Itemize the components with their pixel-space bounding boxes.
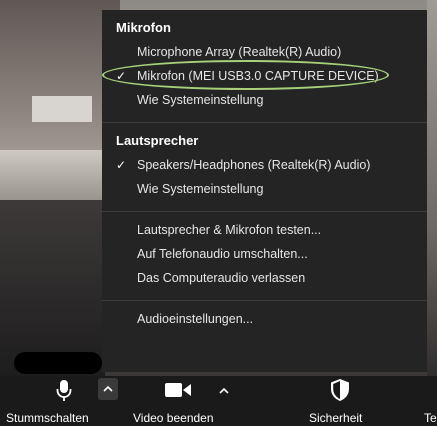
mic-option-system-default[interactable]: Wie Systemeinstellung bbox=[102, 88, 427, 112]
video-label: Video beenden bbox=[133, 411, 214, 425]
menu-item-label: Lautsprecher & Mikrofon testen... bbox=[137, 223, 322, 237]
video-seats bbox=[0, 200, 105, 376]
test-speaker-mic-item[interactable]: Lautsprecher & Mikrofon testen... bbox=[102, 218, 427, 242]
video-board bbox=[32, 96, 92, 122]
chevron-up-icon bbox=[219, 387, 229, 394]
stop-video-button[interactable]: Video beenden bbox=[124, 376, 214, 426]
microphone-icon bbox=[56, 380, 72, 401]
redaction-bar bbox=[14, 352, 102, 374]
microphone-section-title: Mikrofon bbox=[116, 20, 171, 35]
mic-option-realtek[interactable]: Microphone Array (Realtek(R) Audio) bbox=[102, 40, 427, 64]
menu-item-label: Wie Systemeinstellung bbox=[137, 93, 264, 107]
mute-label: Stummschalten bbox=[6, 411, 89, 425]
audio-options-toggle[interactable] bbox=[98, 378, 118, 400]
checkmark-icon: ✓ bbox=[116, 158, 127, 172]
mute-button[interactable]: Stummschalten bbox=[0, 376, 96, 426]
security-button[interactable]: Sicherheit bbox=[300, 376, 380, 426]
mic-option-usb-capture[interactable]: ✓ Mikrofon (MEI USB3.0 CAPTURE DEVICE) bbox=[102, 60, 427, 90]
menu-item-label: Mikrofon (MEI USB3.0 CAPTURE DEVICE) bbox=[137, 69, 379, 83]
speaker-option-system-default[interactable]: Wie Systemeinstellung bbox=[102, 177, 427, 201]
speaker-section-title: Lautsprecher bbox=[116, 133, 199, 148]
leave-computer-audio-item[interactable]: Das Computeraudio verlassen bbox=[102, 266, 427, 290]
meeting-toolbar: Stummschalten Video beenden Sicherheit T… bbox=[0, 376, 437, 426]
menu-item-label: Auf Telefonaudio umschalten... bbox=[137, 247, 308, 261]
menu-item-label: Speakers/Headphones (Realtek(R) Audio) bbox=[137, 158, 371, 172]
audio-settings-item[interactable]: Audioeinstellungen... bbox=[102, 307, 427, 331]
shield-icon bbox=[331, 379, 349, 401]
security-label: Sicherheit bbox=[309, 411, 363, 425]
checkmark-icon: ✓ bbox=[116, 69, 127, 83]
menu-item-label: Microphone Array (Realtek(R) Audio) bbox=[137, 45, 342, 59]
chevron-up-icon bbox=[103, 385, 113, 392]
video-right-edge bbox=[427, 0, 437, 376]
video-options-toggle[interactable] bbox=[214, 380, 230, 398]
menu-item-label: Audioeinstellungen... bbox=[137, 312, 254, 326]
next-toolbar-button[interactable]: Te bbox=[418, 376, 437, 426]
menu-item-label: Das Computeraudio verlassen bbox=[137, 271, 306, 285]
next-toolbar-label: Te bbox=[424, 411, 437, 425]
switch-to-phone-audio-item[interactable]: Auf Telefonaudio umschalten... bbox=[102, 242, 427, 266]
video-camera-icon bbox=[165, 383, 191, 397]
audio-options-menu: Mikrofon Microphone Array (Realtek(R) Au… bbox=[102, 10, 427, 372]
speaker-option-realtek[interactable]: ✓ Speakers/Headphones (Realtek(R) Audio) bbox=[102, 153, 427, 177]
menu-item-label: Wie Systemeinstellung bbox=[137, 182, 264, 196]
